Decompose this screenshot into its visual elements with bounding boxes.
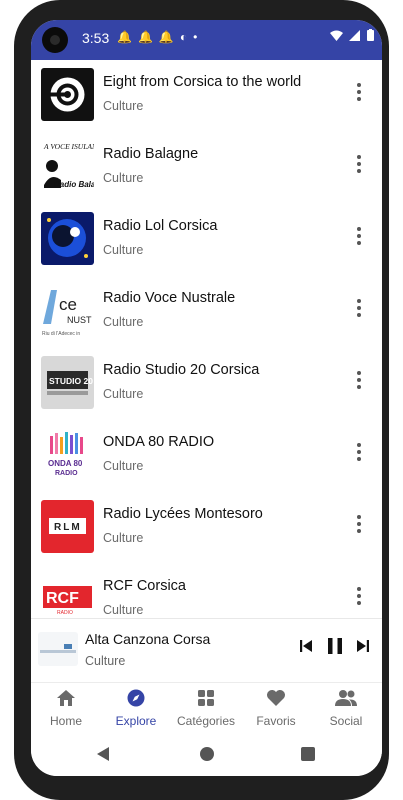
station-row[interactable]: Radio Lol Corsica Culture <box>31 204 382 276</box>
station-row[interactable]: ONDA 80 RADIO ONDA 80 RADIO Culture <box>31 420 382 492</box>
station-logo-rlm: RLM <box>41 500 94 553</box>
station-logo-studio20: STUDIO 20 <box>41 356 94 409</box>
station-category: Culture <box>103 99 144 113</box>
logo-text: RLM <box>54 522 82 533</box>
bell-icon: 🔔 <box>137 30 159 44</box>
station-category: Culture <box>103 171 144 185</box>
station-logo-balagne: A VOCE ISULANA Radio Balagne <box>41 140 94 193</box>
mini-player[interactable]: Alta Canzona Corsa Culture <box>31 618 382 681</box>
nav-label: Explore <box>115 714 157 728</box>
more-options-icon[interactable] <box>352 152 366 182</box>
station-title: Radio Studio 20 Corsica <box>103 362 260 378</box>
station-category: Culture <box>103 387 144 401</box>
nav-label: Favoris <box>256 714 296 728</box>
station-logo-voce: ce NUST Riu di l'Adecec in <box>41 284 94 337</box>
back-icon[interactable] <box>97 747 110 761</box>
more-options-icon[interactable] <box>352 584 366 614</box>
logo-subtext: RADIO <box>57 610 73 616</box>
notification-icons: 🔔🔔🔔◐• <box>117 30 203 44</box>
bell-icon: 🔔 <box>117 30 138 44</box>
station-row[interactable]: RLM Radio Lycées Montesoro Culture <box>31 492 382 564</box>
wifi-icon <box>329 30 343 41</box>
station-logo-eight <box>41 68 94 121</box>
station-logo-rcf: RCF RADIO <box>41 572 94 616</box>
station-row[interactable]: ce NUST Riu di l'Adecec in Radio Voce Nu… <box>31 276 382 348</box>
more-options-icon[interactable] <box>352 80 366 110</box>
nav-explore[interactable]: Explore <box>101 689 171 728</box>
station-title: Radio Voce Nustrale <box>103 290 236 306</box>
bottom-navigation: Home Explore Catégories Favoris Social <box>31 682 382 733</box>
battery-icon <box>367 29 374 41</box>
station-category: Culture <box>103 603 144 616</box>
nav-categories[interactable]: Catégories <box>171 689 241 728</box>
pause-icon[interactable] <box>326 637 344 655</box>
station-title: Radio Lol Corsica <box>103 218 218 234</box>
front-camera <box>42 27 68 53</box>
phone-frame: 3:53 🔔🔔🔔◐• Eight from Corsica to the wor… <box>0 0 403 800</box>
skip-next-icon[interactable] <box>356 639 370 653</box>
people-icon <box>335 690 357 706</box>
cell-signal-icon <box>349 30 361 41</box>
station-category: Culture <box>103 531 144 545</box>
logo-text: RCF <box>46 590 79 607</box>
station-title: Radio Balagne <box>103 146 199 162</box>
app-screen: 3:53 🔔🔔🔔◐• Eight from Corsica to the wor… <box>31 20 382 776</box>
compass-icon <box>127 689 145 707</box>
station-logo-onda80: ONDA 80 RADIO <box>41 428 94 481</box>
nav-label: Social <box>329 714 363 728</box>
station-row[interactable]: A VOCE ISULANA Radio Balagne Radio Balag… <box>31 132 382 204</box>
more-options-icon[interactable] <box>352 368 366 398</box>
skip-previous-icon[interactable] <box>299 639 313 653</box>
home-icon <box>57 690 75 706</box>
logo-text-name: Radio Balagne <box>54 180 94 189</box>
more-options-icon[interactable] <box>352 296 366 326</box>
logo-text-big: ce <box>59 295 77 314</box>
logo-text: STUDIO 20 <box>49 376 93 386</box>
now-playing-category: Culture <box>85 654 126 668</box>
recents-icon[interactable] <box>301 747 315 761</box>
home-button-icon[interactable] <box>200 747 214 761</box>
logo-text-top: A VOCE ISULANA <box>43 142 94 151</box>
nav-label: Catégories <box>176 714 236 728</box>
station-category: Culture <box>103 459 144 473</box>
logo-text-line2: RADIO <box>55 470 78 477</box>
station-category: Culture <box>103 315 144 329</box>
nav-favorites[interactable]: Favoris <box>241 689 311 728</box>
station-row[interactable]: STUDIO 20 Radio Studio 20 Corsica Cultur… <box>31 348 382 420</box>
station-title: Radio Lycées Montesoro <box>103 506 263 522</box>
more-options-icon[interactable] <box>352 440 366 470</box>
heart-icon <box>267 690 285 706</box>
dot-icon: • <box>193 30 204 44</box>
grid-icon <box>198 690 214 706</box>
station-title: RCF Corsica <box>103 578 186 594</box>
now-playing-artwork <box>38 632 78 666</box>
logo-caption: Riu di l'Adecec in <box>42 331 80 337</box>
now-playing-title: Alta Canzona Corsa <box>85 631 211 647</box>
logo-text-line1: ONDA 80 <box>48 459 83 468</box>
nav-label: Home <box>49 714 82 728</box>
nav-home[interactable]: Home <box>31 689 101 728</box>
station-list[interactable]: Eight from Corsica to the world Culture … <box>31 60 382 616</box>
system-status-icons <box>329 29 374 44</box>
station-logo-lol <box>41 212 94 265</box>
station-category: Culture <box>103 243 144 257</box>
station-title: Eight from Corsica to the world <box>103 74 302 90</box>
system-navigation-bar <box>31 732 382 776</box>
station-row[interactable]: RCF RADIO RCF Corsica Culture <box>31 564 382 616</box>
more-options-icon[interactable] <box>352 512 366 542</box>
nav-social[interactable]: Social <box>311 689 381 728</box>
station-title: ONDA 80 RADIO <box>103 434 215 450</box>
app-icon: ◐ <box>179 30 194 44</box>
station-row[interactable]: Eight from Corsica to the world Culture <box>31 60 382 132</box>
bell-icon: 🔔 <box>158 30 180 44</box>
logo-text-small: NUST <box>67 315 92 325</box>
status-bar: 3:53 🔔🔔🔔◐• <box>31 20 382 60</box>
status-time: 3:53 <box>82 30 110 46</box>
more-options-icon[interactable] <box>352 224 366 254</box>
